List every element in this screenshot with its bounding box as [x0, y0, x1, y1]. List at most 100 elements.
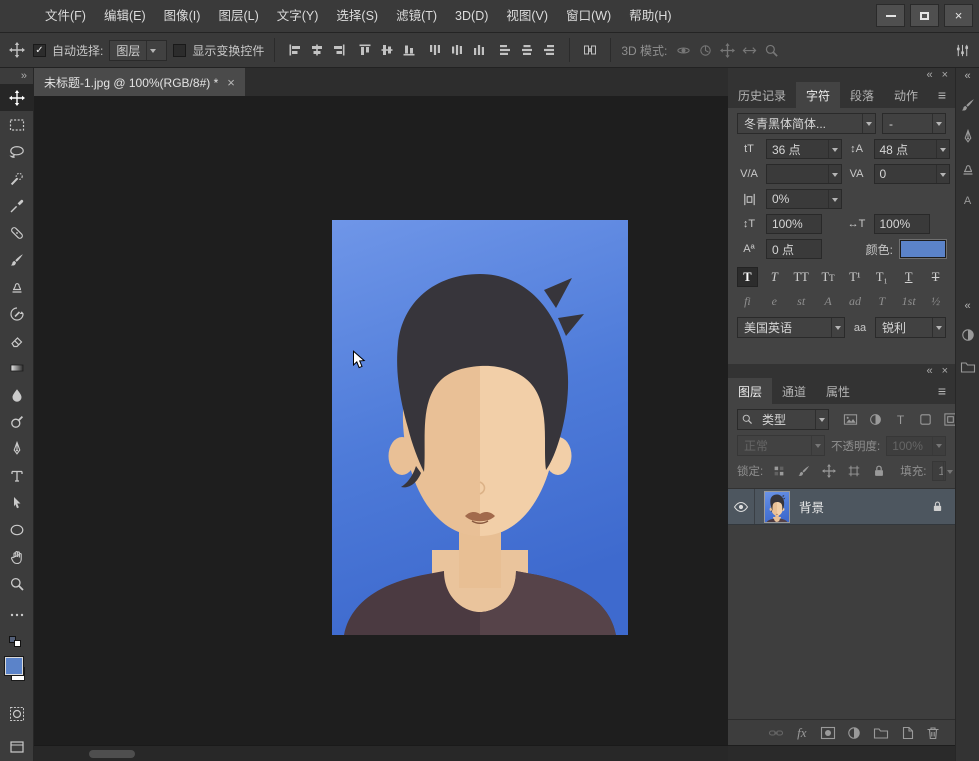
strikethrough-button[interactable]: T — [925, 267, 946, 287]
edit-toolbar-icon[interactable] — [2, 601, 32, 628]
show-transform-checkbox[interactable] — [173, 44, 186, 57]
horizontal-scale-field[interactable]: 100% — [874, 214, 930, 234]
move-tool[interactable] — [0, 84, 34, 111]
clone-stamp-tool[interactable] — [2, 273, 32, 300]
hand-tool[interactable] — [2, 543, 32, 570]
collapse-panel-icon[interactable]: « — [926, 364, 932, 378]
titling-alternates-button[interactable]: T — [871, 294, 892, 309]
blend-mode-dropdown[interactable]: 正常 — [737, 435, 825, 456]
faux-bold-button[interactable]: T — [737, 267, 758, 287]
rectangular-marquee-tool[interactable] — [2, 111, 32, 138]
panel-menu-icon[interactable]: ≡ — [929, 378, 955, 404]
3d-orbit-icon[interactable] — [673, 40, 693, 60]
dodge-tool[interactable] — [2, 408, 32, 435]
layer-thumbnail[interactable] — [764, 491, 790, 523]
tab-history[interactable]: 历史记录 — [728, 82, 796, 108]
auto-select-target-dropdown[interactable]: 图层 — [109, 40, 167, 61]
distribute-left-edges-icon[interactable] — [495, 40, 515, 60]
tsume-field[interactable]: 0% — [766, 189, 842, 209]
filter-smart-objects-icon[interactable] — [941, 410, 955, 429]
tab-actions[interactable]: 动作 — [884, 82, 928, 108]
distribute-top-edges-icon[interactable] — [425, 40, 445, 60]
leading-field[interactable]: 48 点 — [874, 139, 950, 159]
default-colors-icon[interactable] — [2, 634, 32, 650]
eyedropper-tool[interactable] — [2, 192, 32, 219]
zoom-tool[interactable] — [2, 570, 32, 597]
brushes-panel-icon[interactable] — [958, 127, 977, 146]
menu-file[interactable]: 文件(F) — [36, 0, 95, 32]
subscript-button[interactable]: T₁ — [871, 267, 892, 287]
new-adjustment-layer-icon[interactable] — [845, 723, 864, 742]
screen-mode-button[interactable] — [2, 733, 32, 760]
3d-slide-icon[interactable] — [739, 40, 759, 60]
3d-roll-icon[interactable] — [695, 40, 715, 60]
filter-type-layers-icon[interactable]: T — [891, 410, 910, 429]
menu-layer[interactable]: 图层(L) — [209, 0, 267, 32]
language-dropdown[interactable]: 美国英语 — [737, 317, 845, 338]
kerning-field[interactable] — [766, 164, 842, 184]
link-layers-icon[interactable] — [766, 723, 785, 742]
menu-3d[interactable]: 3D(D) — [446, 0, 497, 32]
underline-button[interactable]: T — [898, 267, 919, 287]
all-caps-button[interactable]: TT — [791, 267, 812, 287]
lock-position-icon[interactable] — [819, 462, 838, 481]
layer-style-icon[interactable]: fx — [792, 723, 811, 742]
layer-row-background[interactable]: 背景 — [728, 489, 955, 525]
vertical-scale-field[interactable]: 100% — [766, 214, 822, 234]
layer-visibility-toggle[interactable] — [728, 489, 755, 524]
align-top-edges-icon[interactable] — [355, 40, 375, 60]
ligatures-button[interactable]: fi — [737, 294, 758, 309]
close-panel-icon[interactable]: × — [942, 364, 948, 378]
distribute-vertical-centers-icon[interactable] — [447, 40, 467, 60]
menu-view[interactable]: 视图(V) — [497, 0, 557, 32]
horizontal-type-tool[interactable] — [2, 462, 32, 489]
path-selection-tool[interactable] — [2, 489, 32, 516]
scrollbar-thumb[interactable] — [89, 750, 135, 758]
3d-zoom-icon[interactable] — [761, 40, 781, 60]
ellipse-tool[interactable] — [2, 516, 32, 543]
small-caps-button[interactable]: Tt — [818, 267, 839, 287]
distribute-bottom-edges-icon[interactable] — [469, 40, 489, 60]
distribute-horizontal-centers-icon[interactable] — [517, 40, 537, 60]
new-group-icon[interactable] — [871, 723, 890, 742]
align-vertical-centers-icon[interactable] — [377, 40, 397, 60]
document-image[interactable] — [332, 220, 628, 635]
collapse-tools-icon[interactable]: » — [21, 68, 33, 84]
panel-menu-icon[interactable]: ≡ — [929, 82, 955, 108]
tab-character[interactable]: 字符 — [796, 82, 840, 108]
menu-image[interactable]: 图像(I) — [155, 0, 210, 32]
font-size-field[interactable]: 36 点 — [766, 139, 842, 159]
menu-filter[interactable]: 滤镜(T) — [387, 0, 446, 32]
menu-edit[interactable]: 编辑(E) — [95, 0, 155, 32]
delete-layer-icon[interactable] — [924, 723, 943, 742]
menu-help[interactable]: 帮助(H) — [620, 0, 680, 32]
stylistic-alternates-button[interactable]: ad — [845, 294, 866, 309]
libraries-panel-icon[interactable] — [958, 357, 977, 376]
brush-tool[interactable] — [2, 246, 32, 273]
tab-channels[interactable]: 通道 — [772, 378, 816, 404]
font-family-dropdown[interactable]: 冬青黑体简体... — [737, 113, 876, 134]
pen-tool[interactable] — [2, 435, 32, 462]
tab-layers[interactable]: 图层 — [728, 378, 772, 404]
new-layer-icon[interactable] — [898, 723, 917, 742]
lock-transparency-icon[interactable] — [769, 462, 788, 481]
fractions-button[interactable]: ½ — [925, 294, 946, 309]
quick-selection-tool[interactable] — [2, 165, 32, 192]
ordinals-button[interactable]: 1st — [898, 294, 919, 309]
text-color-swatch[interactable] — [900, 240, 946, 258]
close-button[interactable]: × — [944, 4, 973, 27]
superscript-button[interactable]: T¹ — [845, 267, 866, 287]
align-left-edges-icon[interactable] — [285, 40, 305, 60]
minimize-button[interactable] — [876, 4, 905, 27]
align-right-edges-icon[interactable] — [329, 40, 349, 60]
3d-pan-icon[interactable] — [717, 40, 737, 60]
baseline-shift-field[interactable]: 0 点 — [766, 239, 822, 259]
glyphs-panel-icon[interactable]: A — [958, 191, 977, 210]
layer-name[interactable]: 背景 — [799, 497, 931, 516]
spot-healing-brush-tool[interactable] — [2, 219, 32, 246]
fill-field[interactable]: 100% — [932, 461, 946, 481]
filter-pixel-layers-icon[interactable] — [841, 410, 860, 429]
font-style-dropdown[interactable]: - — [882, 113, 946, 134]
gradient-tool[interactable] — [2, 354, 32, 381]
faux-italic-button[interactable]: T — [764, 267, 785, 287]
